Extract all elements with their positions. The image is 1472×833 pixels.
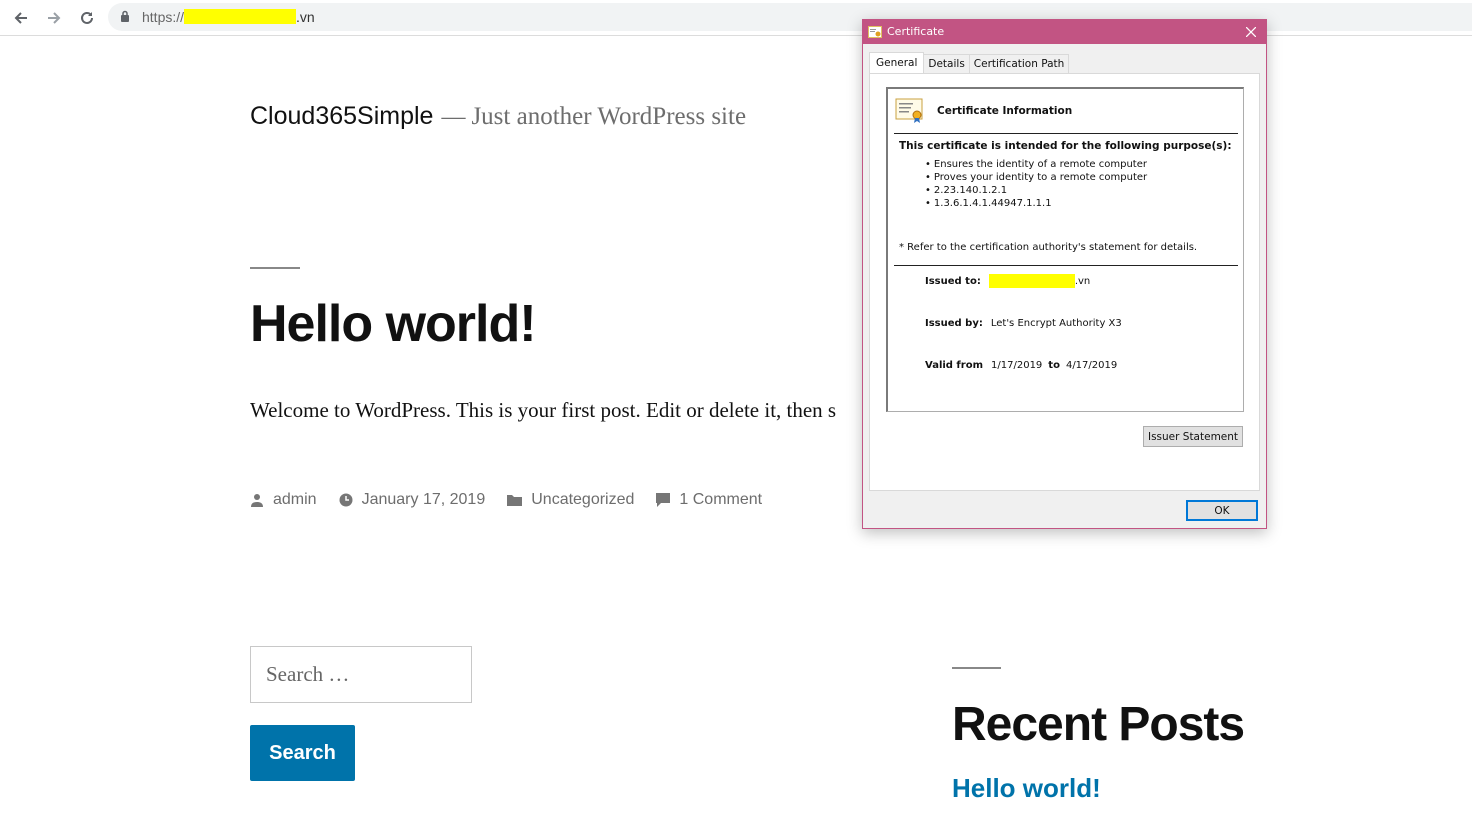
redacted-issued-to <box>988 274 1075 288</box>
reload-icon <box>81 11 93 24</box>
purpose-heading: This certificate is intended for the fol… <box>899 140 1232 152</box>
site-branding: Cloud365Simple — Just another WordPress si… <box>250 102 746 131</box>
purpose-item: Ensures the identity of a remote compute… <box>925 158 1147 171</box>
certificate-small-icon <box>868 26 882 38</box>
folder-icon <box>507 495 523 506</box>
post-title[interactable]: Hello world! <box>250 294 537 354</box>
info-divider-bottom <box>894 265 1238 266</box>
info-header: Certificate Information <box>895 98 1072 124</box>
widget-divider <box>952 667 1001 669</box>
certificate-icon <box>895 98 923 123</box>
url-scheme: https:// <box>142 9 185 25</box>
site-title-link[interactable]: Cloud365Simple <box>250 102 433 130</box>
validity-row: Valid from 1/17/2019 to 4/17/2019 <box>925 360 1117 371</box>
info-divider-top <box>894 133 1238 134</box>
ok-button[interactable]: OK <box>1186 500 1258 521</box>
post-comments[interactable]: 1 Comment <box>656 491 762 509</box>
purpose-item: Proves your identity to a remote compute… <box>925 171 1147 184</box>
site-tagline: Just another WordPress site <box>471 103 747 130</box>
tab-certification-path[interactable]: Certification Path <box>968 54 1070 73</box>
post-category[interactable]: Uncategorized <box>507 491 634 509</box>
clock-icon <box>339 493 353 507</box>
forward-button[interactable] <box>42 6 66 30</box>
address-bar[interactable]: https:// .vn <box>108 3 1472 31</box>
issuer-statement-button[interactable]: Issuer Statement <box>1143 426 1243 447</box>
search-button[interactable]: Search <box>250 725 355 781</box>
issued-by-label: Issued by: <box>925 318 983 329</box>
search-input[interactable] <box>251 647 471 702</box>
close-icon <box>1246 27 1256 37</box>
purpose-list: Ensures the identity of a remote compute… <box>925 158 1147 210</box>
certificate-dialog: Certificate General Details Certificatio… <box>862 19 1267 529</box>
valid-from-value: 1/17/2019 <box>991 360 1043 371</box>
recent-posts-heading: Recent Posts <box>952 698 1245 751</box>
valid-to-value: 4/17/2019 <box>1065 360 1118 371</box>
issued-to-tld: .vn <box>1074 275 1091 287</box>
url-tld: .vn <box>296 9 315 25</box>
issued-to-row: Issued to: .vn <box>925 274 1090 288</box>
person-icon <box>251 494 263 507</box>
date-text: January 17, 2019 <box>361 491 486 508</box>
title-separator: — <box>441 104 466 130</box>
back-arrow-icon <box>14 12 27 24</box>
category-text: Uncategorized <box>531 491 635 508</box>
reload-button[interactable] <box>75 6 99 30</box>
comments-text: 1 Comment <box>679 491 763 508</box>
search-field-wrapper <box>250 646 472 703</box>
redacted-domain <box>184 9 297 24</box>
post-excerpt: Welcome to WordPress. This is your first… <box>250 398 837 422</box>
back-button[interactable] <box>9 6 33 30</box>
certificate-info-box: Certificate Information This certificate… <box>886 87 1244 412</box>
post-author[interactable]: admin <box>250 491 317 509</box>
post-divider <box>250 267 300 269</box>
lock-icon <box>121 10 129 22</box>
recent-post-link[interactable]: Hello world! <box>952 773 1101 804</box>
dialog-title: Certificate <box>887 25 945 38</box>
close-button[interactable] <box>1236 20 1266 44</box>
issued-by-row: Issued by: Let's Encrypt Authority X3 <box>925 318 1122 329</box>
valid-from-label: Valid from <box>925 360 984 371</box>
tab-details[interactable]: Details <box>923 54 970 73</box>
purpose-item: 2.23.140.1.2.1 <box>925 184 1147 197</box>
comment-icon <box>656 493 671 507</box>
forward-arrow-icon <box>48 12 61 24</box>
url-text: https:// .vn <box>142 9 315 25</box>
general-tab-panel: Certificate Information This certificate… <box>869 73 1260 491</box>
refer-note: * Refer to the certification authority's… <box>899 242 1198 253</box>
info-heading: Certificate Information <box>937 105 1073 117</box>
tab-general[interactable]: General <box>869 52 925 74</box>
dialog-tabs: General Details Certification Path <box>869 52 1070 74</box>
issued-to-label: Issued to: <box>925 275 981 287</box>
valid-to-label: to <box>1048 360 1060 371</box>
dialog-titlebar[interactable]: Certificate <box>863 20 1266 44</box>
author-name: admin <box>273 491 317 508</box>
post-meta: admin January 17, 2019 Uncategorized 1 C… <box>250 491 784 509</box>
issued-by-value: Let's Encrypt Authority X3 <box>990 318 1122 329</box>
purpose-item: 1.3.6.1.4.1.44947.1.1.1 <box>925 197 1147 210</box>
post-date[interactable]: January 17, 2019 <box>339 491 486 509</box>
